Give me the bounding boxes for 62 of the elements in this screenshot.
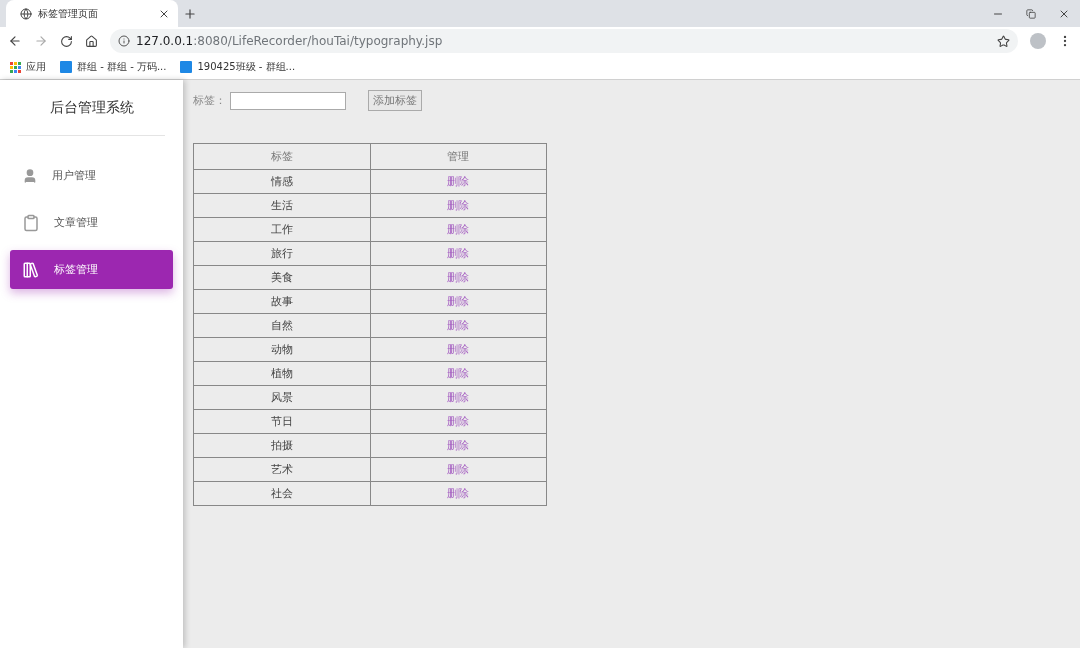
globe-icon [20, 7, 32, 20]
sidebar-item[interactable]: 标签管理 [10, 250, 173, 289]
table-cell: 自然 [193, 313, 370, 338]
delete-link[interactable]: 删除 [447, 415, 470, 428]
table-cell: 艺术 [193, 457, 370, 482]
restore-icon [1025, 8, 1036, 19]
table-cell: 节日 [193, 409, 370, 434]
tag-input[interactable] [230, 91, 346, 110]
table-cell: 工作 [193, 217, 370, 242]
forward-arrow-icon [34, 34, 48, 48]
plus-icon [183, 6, 197, 21]
clipboard-icon [22, 213, 40, 232]
tag-label: 标签： [193, 93, 226, 108]
home-icon [85, 34, 98, 48]
star-icon [997, 34, 1010, 48]
delete-link[interactable]: 删除 [447, 271, 470, 284]
table-cell: 社会 [193, 481, 370, 506]
forward-button[interactable] [34, 34, 48, 48]
delete-link[interactable]: 删除 [447, 343, 470, 356]
delete-link[interactable]: 删除 [447, 367, 470, 380]
back-button[interactable] [8, 34, 22, 48]
delete-link[interactable]: 删除 [447, 487, 470, 500]
delete-link[interactable]: 删除 [447, 439, 470, 452]
table-cell: 植物 [193, 361, 370, 386]
apps-grid-icon [10, 61, 21, 73]
bookmark-link[interactable]: 应用 [10, 60, 46, 74]
table-cell: 旅行 [193, 241, 370, 266]
delete-link[interactable]: 删除 [447, 223, 470, 236]
delete-link[interactable]: 删除 [447, 295, 470, 308]
site-icon [60, 61, 72, 73]
reload-icon [60, 34, 73, 48]
table-cell: 情感 [193, 169, 370, 194]
delete-link[interactable]: 删除 [447, 175, 470, 188]
sidebar-title: 后台管理系统 [18, 80, 165, 136]
table-cell: 生活 [193, 193, 370, 218]
delete-link[interactable]: 删除 [447, 463, 470, 476]
sidebar-item[interactable]: 用户管理 [10, 156, 173, 195]
address-bar[interactable]: 127.0.0.1:8080/LifeRecorder/houTai/typography.jsp [110, 29, 1018, 53]
sidebar-item[interactable]: 文章管理 [10, 203, 173, 242]
delete-link[interactable]: 删除 [447, 247, 470, 260]
bookmark-link[interactable]: 190425班级 - 群组... [180, 60, 296, 74]
add-tag-button[interactable]: 添加标签 [368, 90, 422, 111]
reload-button[interactable] [60, 34, 73, 48]
table-cell: 故事 [193, 289, 370, 314]
back-arrow-icon [8, 34, 22, 48]
column-header: 管理 [370, 143, 547, 170]
bookmark-star-button[interactable] [997, 34, 1010, 48]
column-header: 标签 [193, 143, 370, 170]
person-icon [22, 167, 38, 184]
home-button[interactable] [85, 34, 98, 48]
table-cell: 风景 [193, 385, 370, 410]
delete-link[interactable]: 删除 [447, 199, 470, 212]
bookmark-link[interactable]: 群组 - 群组 - 万码... [60, 60, 167, 74]
delete-link[interactable]: 删除 [447, 319, 470, 332]
table-cell: 美食 [193, 265, 370, 290]
info-icon [118, 35, 130, 47]
table-cell: 动物 [193, 337, 370, 362]
table-cell: 拍摄 [193, 433, 370, 458]
browser-tab[interactable]: 标签管理页面 [6, 0, 178, 27]
delete-link[interactable]: 删除 [447, 391, 470, 404]
site-icon [180, 61, 193, 73]
profile-avatar[interactable] [1030, 33, 1046, 49]
